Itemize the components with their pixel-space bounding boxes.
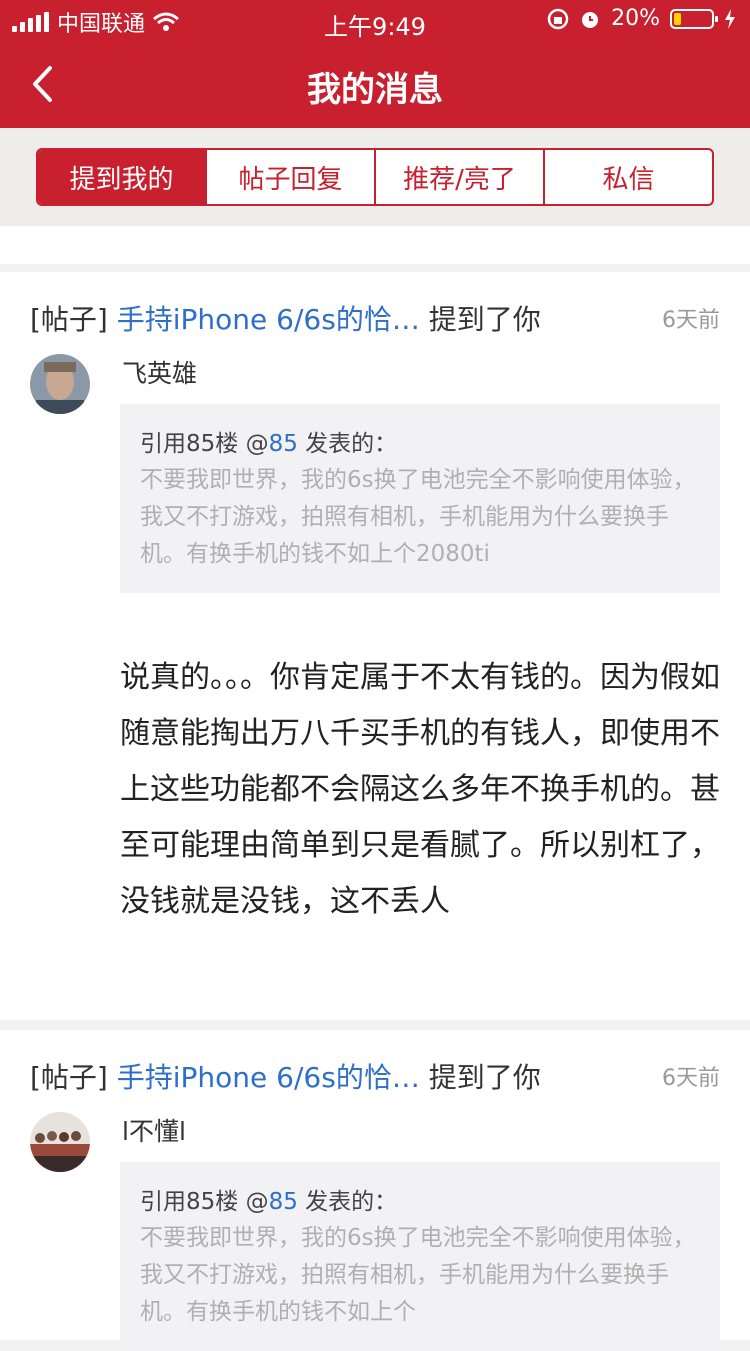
orientation-lock-icon [547,8,569,29]
tab-bar: 提到我的 帖子回复 推荐/亮了 私信 [0,128,750,226]
status-right: 20% [547,6,736,31]
quote-prefix: 引用85楼 @ [140,431,269,457]
avatar[interactable] [30,1112,90,1172]
message-time: 6天前 [662,308,720,333]
tab-mentions[interactable]: 提到我的 [38,150,205,204]
quoted-post: 引用85楼 @85 发表的： 不要我即世界，我的6s换了电池完全不影响使用体验，… [120,404,720,593]
message-header: [帖子] 手持iPhone 6/6s的恰… 提到了你 6天前 [30,298,720,338]
message-time: 6天前 [662,1066,720,1091]
spacer [0,226,750,264]
quote-text: 不要我即世界，我的6s换了电池完全不影响使用体验，我又不打游戏，拍照有相机，手机… [140,1225,696,1325]
quote-header: 引用85楼 @85 发表的： [140,1184,700,1220]
segmented-control: 提到我的 帖子回复 推荐/亮了 私信 [36,148,714,206]
page-title: 我的消息 [307,70,443,110]
quoted-post: 引用85楼 @85 发表的： 不要我即世界，我的6s换了电池完全不影响使用体验，… [120,1162,720,1351]
charging-icon [725,8,735,29]
post-tag: [帖子] [30,1061,108,1094]
quote-user-link[interactable]: 85 [269,431,298,457]
message-card[interactable]: [帖子] 手持iPhone 6/6s的恰… 提到了你 6天前 l不懂l 引用85… [0,1030,750,1351]
mention-action: 提到了你 [428,303,541,336]
avatar[interactable] [30,354,90,414]
username[interactable]: l不懂l [122,1112,186,1148]
battery-level [674,12,681,25]
quote-header: 引用85楼 @85 发表的： [140,426,700,462]
status-bar: 中国联通 上午9:49 20% [0,0,750,41]
thread-link[interactable]: 手持iPhone 6/6s的恰… [117,1061,420,1094]
app-header: 中国联通 上午9:49 20% 我的消息 [0,0,750,128]
mention-action: 提到了你 [428,1061,541,1094]
message-header: [帖子] 手持iPhone 6/6s的恰… 提到了你 6天前 [30,1056,720,1096]
message-body: 说真的。。。你肯定属于不太有钱的。因为假如随意能掏出万八千买手机的有钱人，即使用… [120,660,720,919]
thread-link[interactable]: 手持iPhone 6/6s的恰… [117,303,420,336]
tab-recommend[interactable]: 推荐/亮了 [374,150,543,204]
battery-percent: 20% [611,6,660,31]
username[interactable]: 飞英雄 [122,354,197,390]
quote-user-link[interactable]: 85 [269,1189,298,1215]
tab-replies[interactable]: 帖子回复 [205,150,374,204]
alarm-icon [582,11,599,28]
nav-bar: 我的消息 [0,40,750,128]
tab-private-messages[interactable]: 私信 [543,150,712,204]
quote-prefix: 引用85楼 @ [140,1189,269,1215]
quote-suffix: 发表的： [297,431,398,457]
quote-text: 不要我即世界，我的6s换了电池完全不影响使用体验，我又不打游戏，拍照有相机，手机… [140,467,696,567]
battery-icon [670,8,718,29]
message-card[interactable]: [帖子] 手持iPhone 6/6s的恰… 提到了你 6天前 飞英雄 引用85楼… [0,272,750,1020]
post-tag: [帖子] [30,303,108,336]
quote-suffix: 发表的： [297,1189,398,1215]
